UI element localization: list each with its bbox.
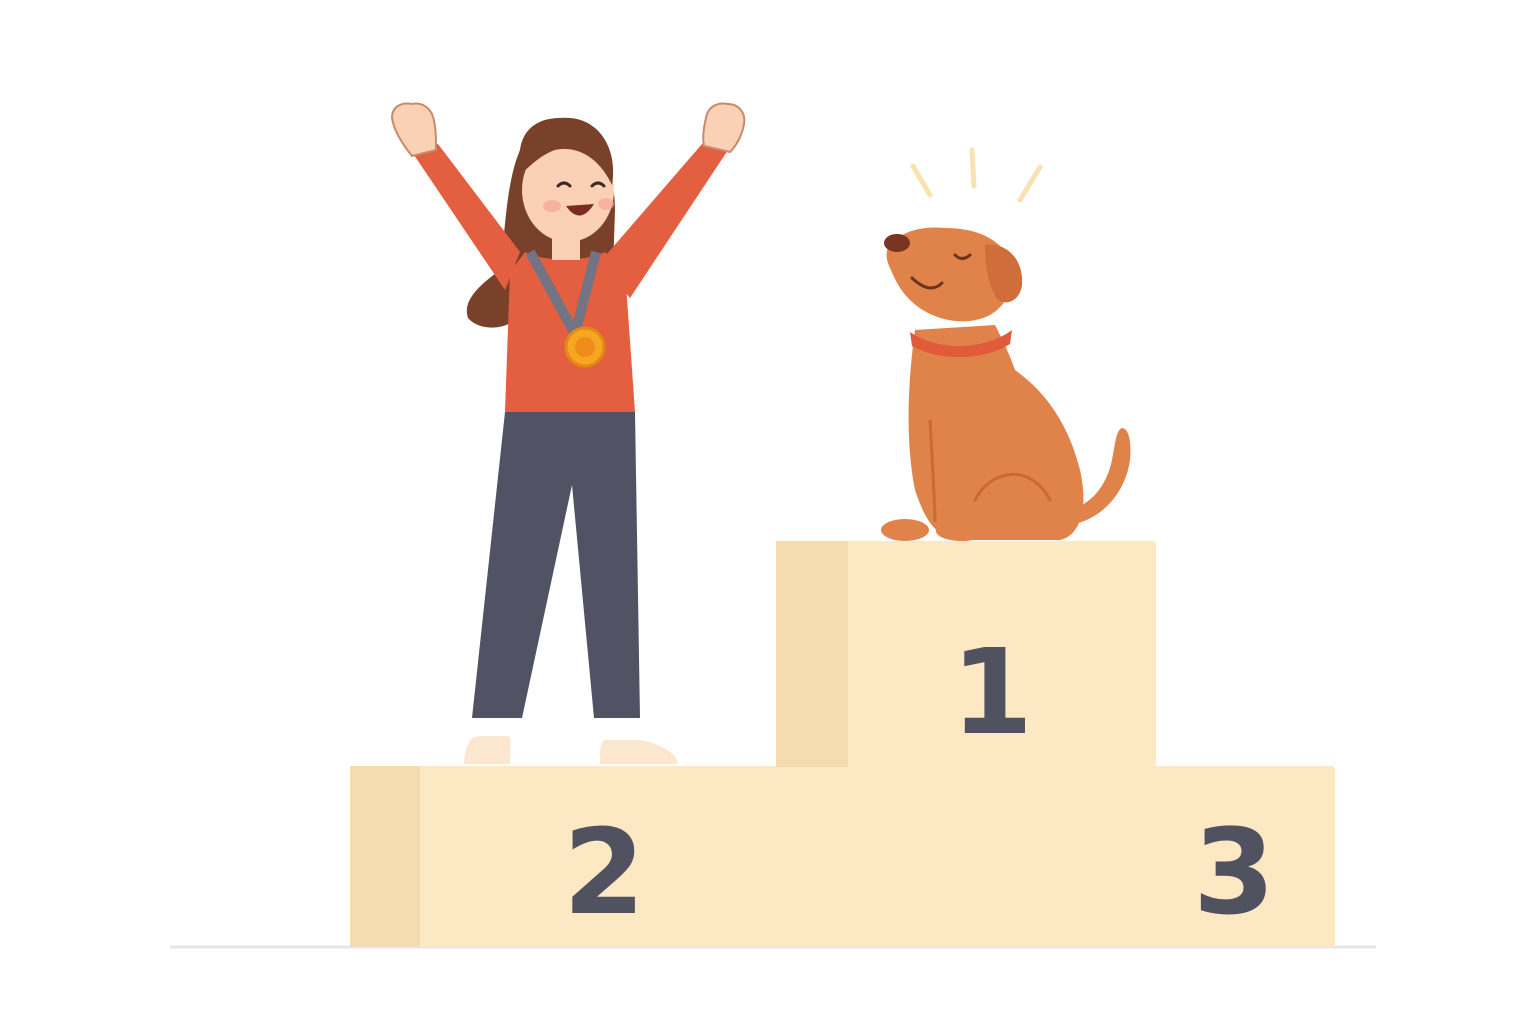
place-number-1: 1 [951, 623, 1033, 761]
girl-right-fist [702, 102, 746, 154]
dog-left-paw [881, 519, 929, 541]
girl-figure [390, 102, 746, 764]
girl-left-shoe [464, 736, 511, 764]
girl-pants [472, 412, 640, 718]
gold-medal-icon [564, 326, 606, 368]
dog-right-paw [936, 521, 988, 541]
girl-right-shoe [600, 740, 678, 764]
dog-figure [881, 147, 1131, 541]
podium-base-side-shade [350, 766, 420, 947]
girl-left-fist [390, 102, 438, 158]
podium-illustration: 1 2 3 [170, 102, 1376, 949]
girl-cheek-left [543, 200, 561, 212]
girl-cheek-right [598, 198, 614, 210]
girl-left-arm [412, 144, 520, 290]
podium-first-side-shade [776, 541, 848, 767]
place-number-2: 2 [563, 803, 645, 941]
place-number-3: 3 [1193, 803, 1275, 941]
sparkle-lines-icon [910, 147, 1043, 203]
dog-nose [884, 234, 910, 252]
podium-base [350, 766, 1335, 947]
